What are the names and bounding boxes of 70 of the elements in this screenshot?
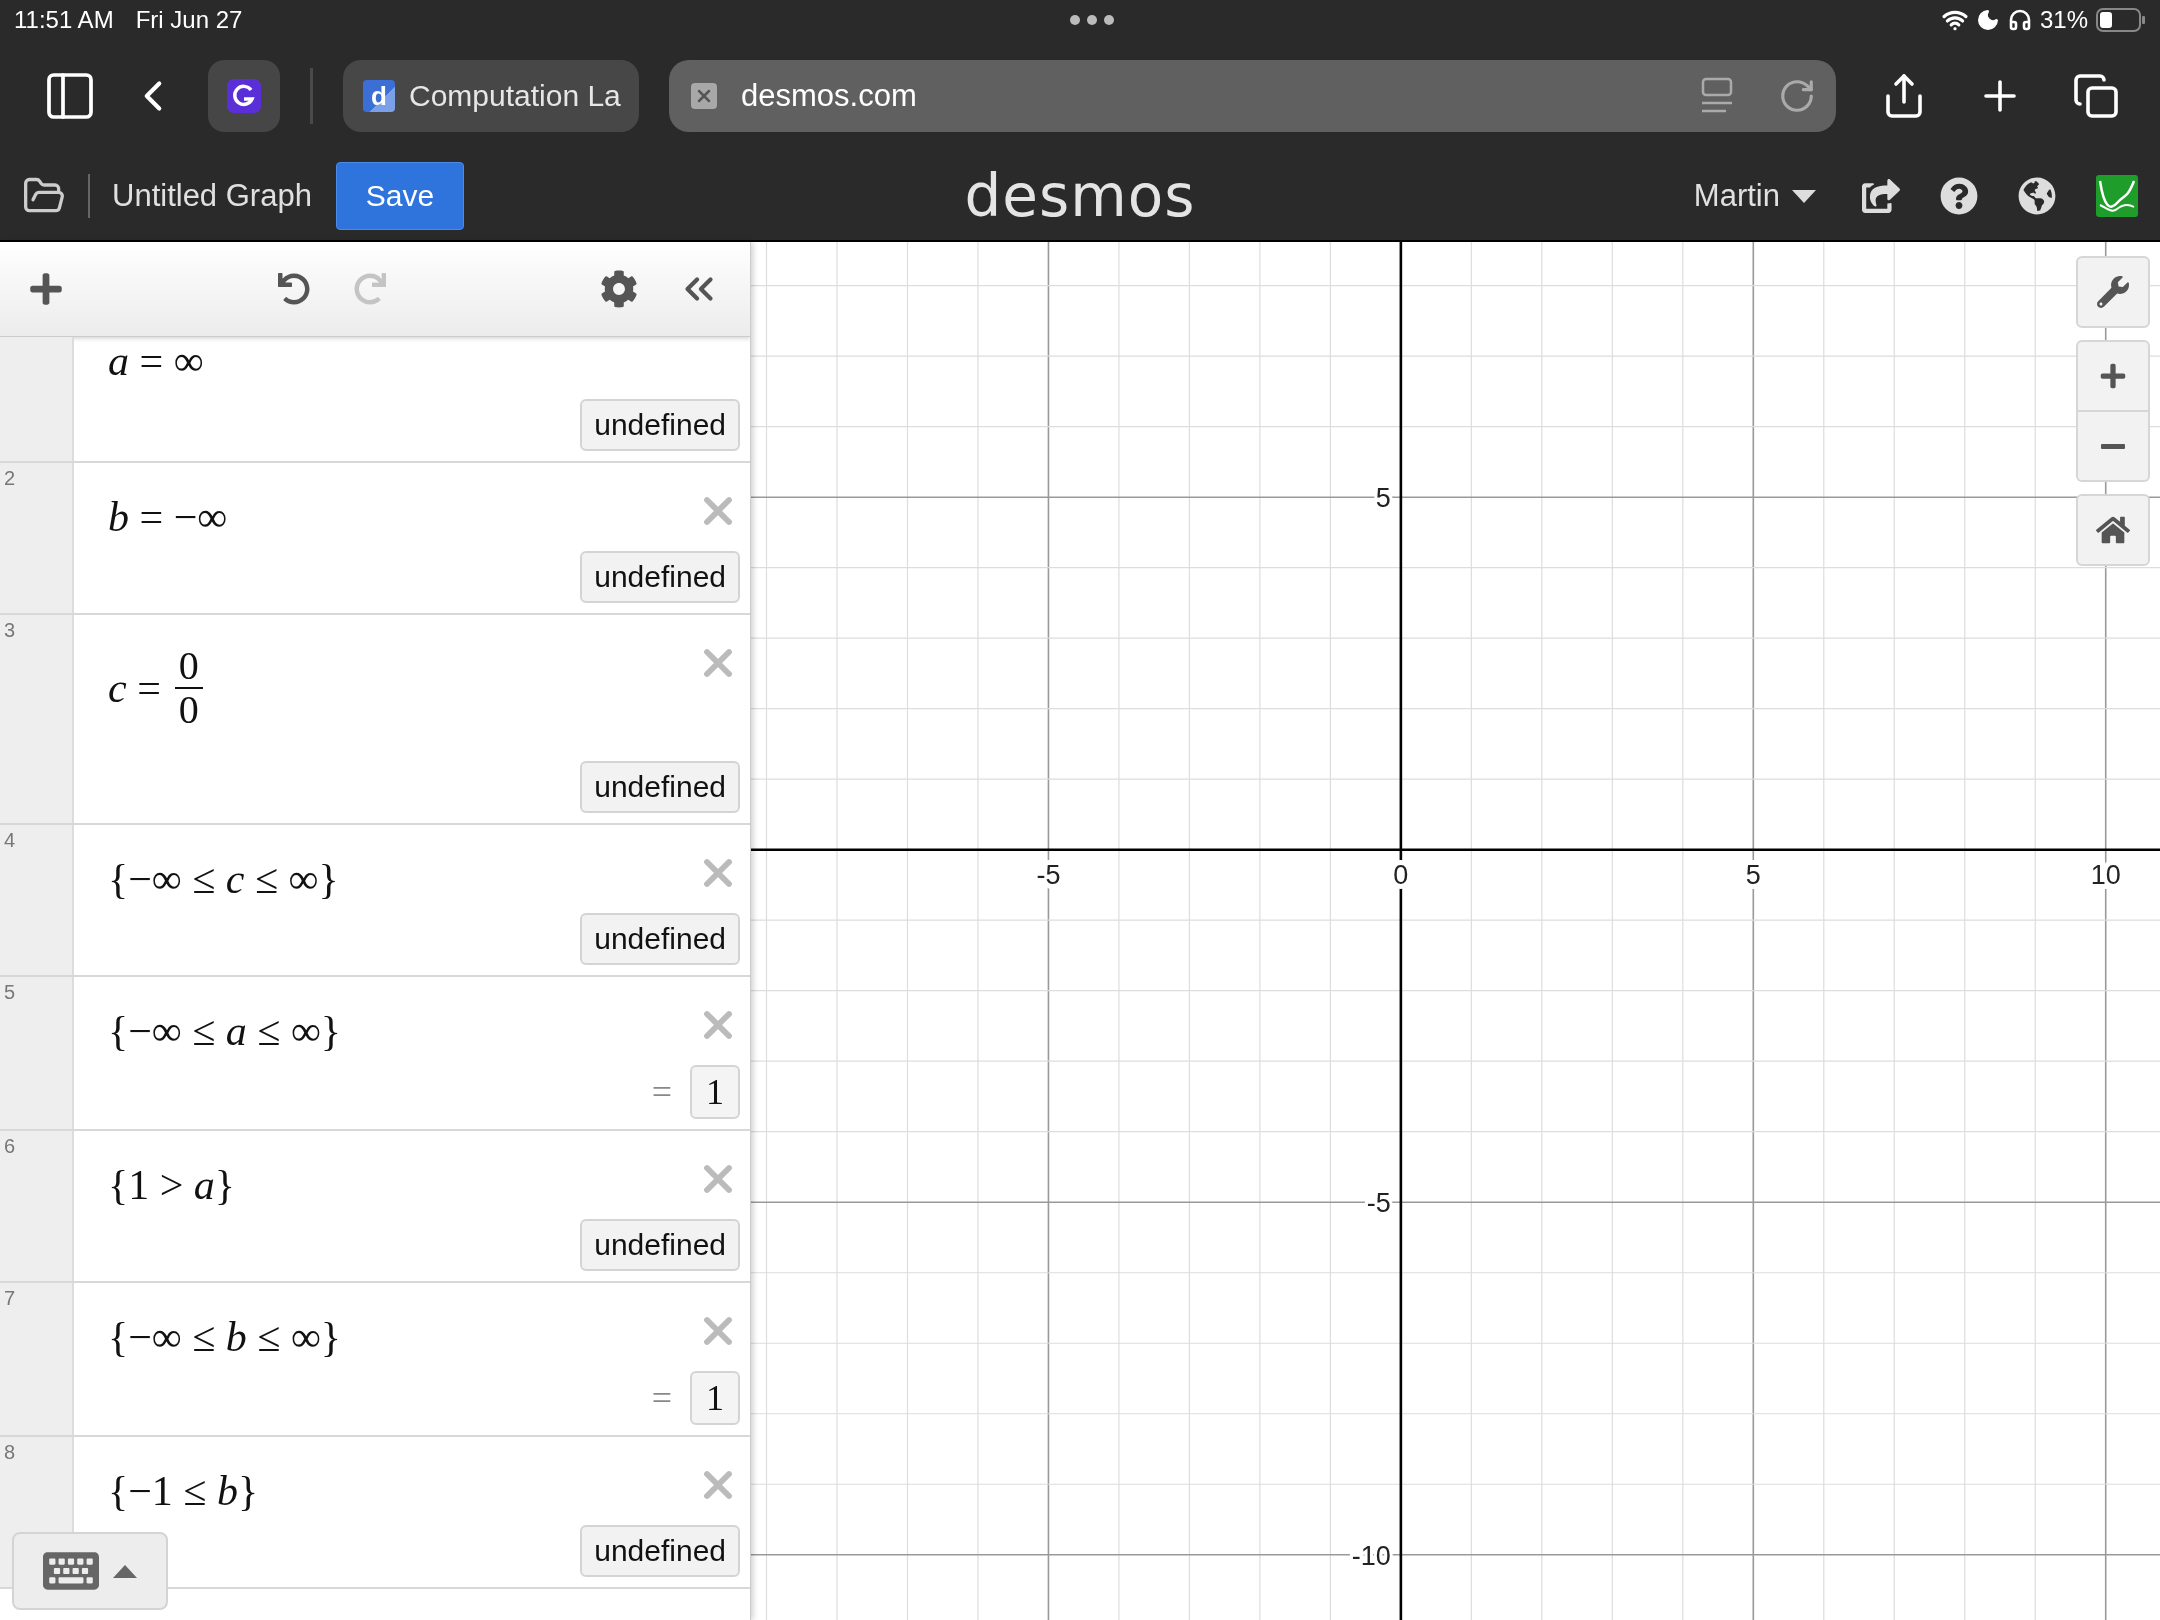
math-expression[interactable]: {−1 ≤ b} bbox=[108, 1453, 259, 1515]
undefined-label: undefined bbox=[580, 913, 740, 965]
line-number: 4 bbox=[4, 829, 16, 851]
x-tick-label: 10 bbox=[2090, 859, 2121, 890]
reload-icon[interactable] bbox=[1778, 77, 1816, 115]
headphones-icon bbox=[2007, 8, 2032, 32]
math-expression[interactable]: {−∞ ≤ c ≤ ∞} bbox=[108, 841, 339, 903]
battery-percent: 31% bbox=[2039, 6, 2088, 34]
more-dots-icon[interactable] bbox=[1069, 14, 1116, 26]
desmos-logo: desmos bbox=[964, 162, 1196, 230]
home-button[interactable] bbox=[2076, 494, 2150, 566]
status-time: 11:51 AM bbox=[14, 6, 114, 34]
caret-icon bbox=[113, 1564, 137, 1578]
line-number: 6 bbox=[4, 1135, 16, 1157]
reader-icon[interactable] bbox=[1700, 77, 1734, 115]
tabs-icon[interactable] bbox=[2072, 72, 2120, 120]
fraction-denominator: 0 bbox=[178, 689, 199, 731]
zoom-out-button[interactable] bbox=[2076, 412, 2150, 482]
browser-tab[interactable]: d Computation La bbox=[343, 60, 639, 132]
math-expression[interactable]: {−∞ ≤ b ≤ ∞} bbox=[108, 1299, 341, 1361]
save-button[interactable]: Save bbox=[335, 162, 464, 230]
math-expression[interactable]: {1 > a} bbox=[108, 1147, 236, 1209]
wrench-button[interactable] bbox=[2076, 256, 2150, 328]
undo-icon[interactable] bbox=[278, 273, 310, 305]
y-tick-label: 5 bbox=[1375, 483, 1391, 514]
undefined-label: undefined bbox=[580, 761, 740, 813]
undefined-label: undefined bbox=[580, 399, 740, 451]
graph-title[interactable]: Untitled Graph bbox=[112, 178, 312, 214]
undefined-label: undefined bbox=[580, 1219, 740, 1271]
minus-icon bbox=[2101, 443, 2125, 449]
battery-icon bbox=[2096, 8, 2146, 32]
caret-icon bbox=[1792, 189, 1816, 203]
extension-button[interactable] bbox=[208, 60, 280, 132]
x-tick-label: 5 bbox=[1745, 859, 1761, 890]
share-icon[interactable] bbox=[1862, 177, 1900, 215]
line-number: 8 bbox=[4, 1441, 16, 1463]
y-tick-label: -10 bbox=[1351, 1540, 1391, 1571]
value-label: 1 bbox=[690, 1065, 740, 1119]
math-expression[interactable]: {−∞ ≤ a ≤ ∞} bbox=[108, 993, 341, 1055]
extension-logo-icon bbox=[227, 79, 261, 113]
tab-favicon: d bbox=[363, 80, 395, 112]
equals-sign: = bbox=[651, 1071, 672, 1113]
settings-icon[interactable] bbox=[600, 270, 638, 308]
graph-app-icon[interactable] bbox=[2096, 175, 2138, 217]
wrench-icon bbox=[2097, 276, 2129, 308]
close-icon[interactable] bbox=[691, 83, 717, 109]
undefined-label: undefined bbox=[580, 1525, 740, 1577]
line-number: 5 bbox=[4, 981, 16, 1003]
fraction-numerator: 0 bbox=[174, 645, 203, 689]
status-date: Fri Jun 27 bbox=[135, 6, 243, 34]
line-number: 7 bbox=[4, 1287, 16, 1309]
zoom-in-button[interactable] bbox=[2076, 340, 2150, 412]
keyboard-toggle-button[interactable] bbox=[12, 1532, 168, 1610]
add-icon[interactable] bbox=[28, 271, 64, 307]
user-menu[interactable]: Martin bbox=[1687, 177, 1822, 215]
math-expression[interactable]: c = bbox=[108, 664, 161, 712]
math-expression[interactable]: a = ∞ bbox=[108, 337, 204, 385]
line-number: 2 bbox=[4, 467, 16, 489]
plus-icon bbox=[2099, 362, 2127, 390]
moon-icon bbox=[1975, 8, 2000, 32]
help-icon[interactable] bbox=[1940, 177, 1978, 215]
x-tick-label: -5 bbox=[1036, 859, 1061, 890]
value-label: 1 bbox=[690, 1371, 740, 1425]
math-expression[interactable]: b = −∞ bbox=[108, 479, 228, 541]
equals-sign: = bbox=[651, 1377, 672, 1419]
y-tick-label: -5 bbox=[1366, 1188, 1391, 1219]
undefined-label: undefined bbox=[580, 551, 740, 603]
line-number: 3 bbox=[4, 619, 16, 641]
address-bar[interactable]: desmos.com bbox=[669, 60, 1836, 132]
globe-icon[interactable] bbox=[2018, 177, 2056, 215]
